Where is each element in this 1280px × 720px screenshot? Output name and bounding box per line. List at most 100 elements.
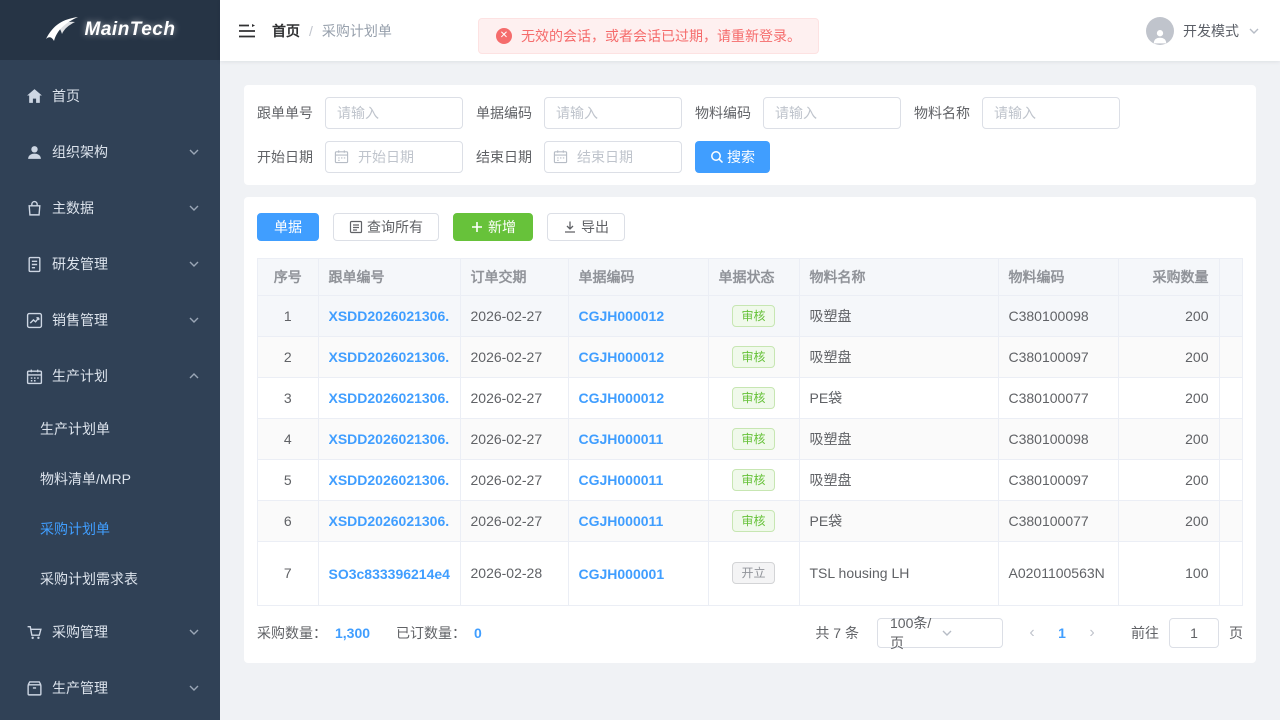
- cell-clipped: [1219, 295, 1242, 337]
- collapse-sidebar-icon[interactable]: [238, 23, 256, 39]
- cell-seq: 2: [258, 336, 319, 378]
- search-button[interactable]: 搜索: [695, 141, 770, 173]
- submenu-item-label: 采购计划单: [40, 521, 110, 537]
- query-all-button[interactable]: 查询所有: [333, 213, 439, 241]
- track-no-link[interactable]: XSDD2026021306..: [329, 472, 450, 488]
- table-panel: 单据 查询所有 新增 导出 序号 跟单编号 订单交期 单据编码 单据状态 物料名…: [244, 197, 1256, 663]
- col-qty: 采购数量: [1118, 259, 1220, 296]
- cell-clipped: [1219, 459, 1242, 501]
- doc-no-link[interactable]: CGJH000011: [579, 513, 664, 529]
- chevron-down-icon: [941, 627, 992, 639]
- goto-page: 前往 页: [1131, 617, 1243, 648]
- add-button-label: 新增: [488, 219, 516, 235]
- material-code-input[interactable]: [763, 97, 901, 129]
- sidebar-subitem-production-plan-doc[interactable]: 生产计划单: [0, 404, 220, 454]
- sidebar-item-sales[interactable]: 销售管理: [0, 292, 220, 348]
- export-button[interactable]: 导出: [547, 213, 625, 241]
- error-circle-icon: ✕: [496, 28, 512, 44]
- track-no-link[interactable]: XSDD2026021306..: [329, 513, 450, 529]
- sidebar-item-label: 研发管理: [52, 256, 108, 272]
- next-page-icon[interactable]: ›: [1077, 624, 1107, 642]
- col-track-no: 跟单编号: [318, 259, 461, 296]
- cell-qty: 200: [1118, 336, 1220, 378]
- prev-page-icon[interactable]: ‹: [1017, 624, 1047, 642]
- cell-qty: 100: [1118, 541, 1220, 606]
- filter-start-date: 开始日期: [257, 141, 463, 173]
- search-icon: [710, 150, 724, 164]
- filter-doc-no: 单据编码: [476, 97, 682, 129]
- sidebar: MainTech 首页 组织架构 主数据 研发管理 销售管理 生产计划 生产计划…: [0, 0, 220, 720]
- list-icon: [349, 220, 363, 234]
- sidebar-item-master-data[interactable]: 主数据: [0, 180, 220, 236]
- sidebar-item-production-plan[interactable]: 生产计划: [0, 348, 220, 404]
- cell-qty: 200: [1118, 459, 1220, 501]
- filter-panel: 跟单单号 单据编码 物料编码 物料名称 开始日期: [244, 85, 1256, 185]
- sidebar-item-org[interactable]: 组织架构: [0, 124, 220, 180]
- chevron-down-icon: [188, 314, 200, 326]
- package-icon: [26, 680, 43, 697]
- filter-row-1: 跟单单号 单据编码 物料编码 物料名称: [257, 97, 1243, 129]
- cell-seq: 3: [258, 377, 319, 419]
- cell-material-name: PE袋: [799, 500, 999, 542]
- cell-clipped: [1219, 500, 1242, 542]
- doc-no-link[interactable]: CGJH000012: [579, 390, 665, 406]
- sidebar-subitem-bom-mrp[interactable]: 物料清单/MRP: [0, 454, 220, 504]
- breadcrumb-home[interactable]: 首页: [272, 21, 300, 41]
- ordered-qty-label: 已订数量：: [396, 624, 467, 641]
- page-number[interactable]: 1: [1047, 625, 1077, 641]
- sidebar-subitem-purchase-plan[interactable]: 采购计划单: [0, 504, 220, 554]
- sidebar-item-manufacturing[interactable]: 生产管理: [0, 660, 220, 716]
- doc-no-link[interactable]: CGJH000011: [579, 472, 664, 488]
- table-row: 2 XSDD2026021306.. 2026-02-27 CGJH000012…: [258, 336, 1242, 378]
- track-no-input[interactable]: [325, 97, 463, 129]
- status-badge: 审核: [732, 509, 775, 532]
- query-all-label: 查询所有: [367, 219, 423, 235]
- cell-material-name: PE袋: [799, 377, 999, 419]
- cell-delivery-date: 2026-02-27: [460, 418, 569, 460]
- sidebar-item-rd[interactable]: 研发管理: [0, 236, 220, 292]
- doc-no-link[interactable]: CGJH000012: [579, 308, 665, 324]
- track-no-link[interactable]: XSDD2026021306..: [329, 308, 450, 324]
- submenu-item-label: 生产计划单: [40, 421, 110, 437]
- brand-name: MainTech: [84, 19, 176, 40]
- cell-material-code: C380100098: [998, 295, 1119, 337]
- add-button[interactable]: 新增: [453, 213, 533, 241]
- cell-clipped: [1219, 377, 1242, 419]
- sidebar-item-label: 首页: [52, 88, 80, 104]
- cell-material-code: C380100097: [998, 336, 1119, 378]
- track-no-link[interactable]: XSDD2026021306..: [329, 349, 450, 365]
- sidebar-item-home[interactable]: 首页: [0, 68, 220, 124]
- chevron-down-icon: [188, 626, 200, 638]
- bag-icon: [26, 200, 43, 217]
- filter-track-no: 跟单单号: [257, 97, 463, 129]
- cell-seq: 7: [258, 541, 319, 606]
- ordered-qty-value: 0: [474, 624, 482, 641]
- content: 跟单单号 单据编码 物料编码 物料名称 开始日期: [220, 61, 1280, 720]
- submenu-item-label: 采购计划需求表: [40, 571, 138, 587]
- cell-material-code: C380100077: [998, 500, 1119, 542]
- doc-no-link[interactable]: CGJH000011: [579, 431, 664, 447]
- brand-swoosh-icon: [45, 17, 79, 43]
- doc-no-link[interactable]: CGJH000001: [579, 566, 665, 582]
- doc-no-input[interactable]: [544, 97, 682, 129]
- track-no-link[interactable]: XSDD2026021306..: [329, 431, 450, 447]
- cell-material-name: 吸塑盘: [799, 459, 999, 501]
- document-button[interactable]: 单据: [257, 213, 319, 241]
- cell-seq: 4: [258, 418, 319, 460]
- home-icon: [26, 88, 43, 105]
- track-no-link[interactable]: SO3c833396214e40: [329, 566, 450, 582]
- filter-end-date: 结束日期: [476, 141, 682, 173]
- cell-delivery-date: 2026-02-27: [460, 500, 569, 542]
- track-no-link[interactable]: XSDD2026021306..: [329, 390, 450, 406]
- material-name-input[interactable]: [982, 97, 1120, 129]
- sidebar-subitem-purchase-plan-demand[interactable]: 采购计划需求表: [0, 554, 220, 604]
- calendar-icon: [553, 149, 568, 164]
- doc-no-link[interactable]: CGJH000012: [579, 349, 665, 365]
- cell-qty: 200: [1118, 418, 1220, 460]
- page-size-select[interactable]: 100条/页: [877, 615, 1003, 651]
- calendar-icon: [334, 149, 349, 164]
- cell-material-name: 吸塑盘: [799, 336, 999, 378]
- goto-page-input[interactable]: [1169, 617, 1219, 648]
- user-menu[interactable]: 开发模式: [1146, 16, 1260, 45]
- sidebar-item-purchasing[interactable]: 采购管理: [0, 604, 220, 660]
